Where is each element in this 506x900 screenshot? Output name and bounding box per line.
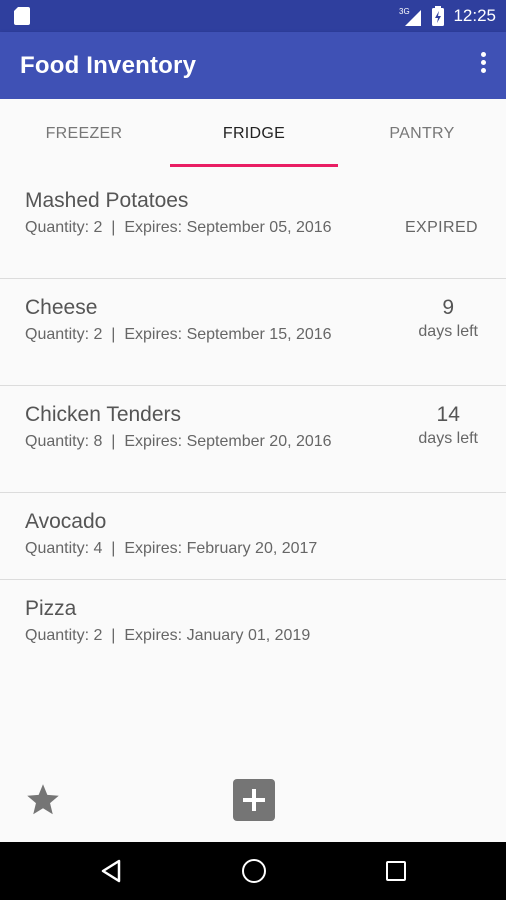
star-icon[interactable] — [24, 782, 62, 818]
expires-label: Expires: — [124, 433, 183, 450]
sd-card-icon — [14, 7, 30, 25]
expires-date: September 20, 2016 — [186, 433, 332, 450]
bottom-actions — [0, 770, 506, 840]
item-details: Quantity: 4 | Expires: February 20, 2017 — [25, 540, 317, 558]
separator: | — [111, 326, 116, 343]
item-details: Quantity: 2 | Expires: September 05, 201… — [25, 219, 332, 237]
quantity-label: Quantity: — [25, 219, 90, 236]
expires-label: Expires: — [124, 540, 183, 557]
tab-fridge[interactable]: FRIDGE — [170, 99, 338, 169]
expires-label: Expires: — [124, 219, 183, 236]
tab-bar: FREEZER FRIDGE PANTRY — [0, 99, 506, 169]
expired-label: EXPIRED — [404, 219, 478, 236]
days-label: days left — [418, 323, 478, 340]
days-count: 9 — [442, 296, 455, 319]
item-name: Mashed Potatoes — [25, 189, 189, 212]
expires-date: February 20, 2017 — [186, 540, 318, 557]
tab-pantry[interactable]: PANTRY — [338, 99, 506, 169]
item-name: Cheese — [25, 296, 98, 319]
separator: | — [111, 219, 116, 236]
tab-indicator — [170, 164, 338, 167]
item-name: Avocado — [25, 510, 107, 533]
quantity-value: 2 — [93, 326, 103, 343]
list-item[interactable]: Pizza Quantity: 2 | Expires: January 01,… — [0, 580, 506, 667]
quantity-value: 2 — [93, 219, 103, 236]
quantity-value: 8 — [93, 433, 103, 450]
quantity-value: 2 — [93, 627, 103, 644]
expires-label: Expires: — [124, 627, 183, 644]
tab-freezer[interactable]: FREEZER — [0, 99, 168, 169]
item-name: Chicken Tenders — [25, 403, 182, 426]
add-box-icon[interactable] — [233, 779, 275, 821]
system-nav-bar — [0, 842, 506, 900]
food-list: Mashed Potatoes Quantity: 2 | Expires: S… — [0, 172, 506, 667]
clock: 12:25 — [453, 6, 496, 25]
item-details: Quantity: 2 | Expires: September 15, 201… — [25, 326, 332, 344]
separator: | — [111, 540, 116, 557]
list-item[interactable]: Chicken Tenders Quantity: 8 | Expires: S… — [0, 386, 506, 493]
days-count: 14 — [436, 403, 460, 426]
app-title: Food Inventory — [20, 52, 197, 79]
separator: | — [111, 433, 116, 450]
days-label: days left — [418, 430, 478, 447]
signal-icon: 3G — [399, 7, 422, 26]
list-item[interactable]: Cheese Quantity: 2 | Expires: September … — [0, 279, 506, 386]
days-left: 14 days left — [418, 403, 478, 448]
item-details: Quantity: 2 | Expires: January 01, 2019 — [25, 627, 310, 645]
list-item[interactable]: Mashed Potatoes Quantity: 2 | Expires: S… — [0, 172, 506, 279]
recents-icon[interactable] — [386, 861, 406, 881]
quantity-label: Quantity: — [25, 627, 90, 644]
expires-date: September 15, 2016 — [186, 326, 332, 343]
expires-date: September 05, 2016 — [186, 219, 332, 236]
network-type: 3G — [399, 7, 410, 16]
expires-date: January 01, 2019 — [186, 627, 311, 644]
home-icon[interactable] — [242, 859, 266, 883]
battery-icon — [432, 6, 445, 26]
quantity-value: 4 — [93, 540, 103, 557]
quantity-label: Quantity: — [25, 540, 90, 557]
separator: | — [111, 627, 116, 644]
item-name: Pizza — [25, 597, 77, 620]
status-bar: 3G 12:25 — [0, 0, 506, 32]
quantity-label: Quantity: — [25, 433, 90, 450]
more-vert-icon[interactable] — [478, 52, 488, 78]
back-icon[interactable] — [100, 859, 122, 883]
quantity-label: Quantity: — [25, 326, 90, 343]
list-item[interactable]: Avocado Quantity: 4 | Expires: February … — [0, 493, 506, 580]
days-left: 9 days left — [418, 296, 478, 341]
app-bar: Food Inventory — [0, 32, 506, 99]
status-badge: EXPIRED — [405, 219, 478, 237]
expires-label: Expires: — [124, 326, 183, 343]
item-details: Quantity: 8 | Expires: September 20, 201… — [25, 433, 332, 451]
